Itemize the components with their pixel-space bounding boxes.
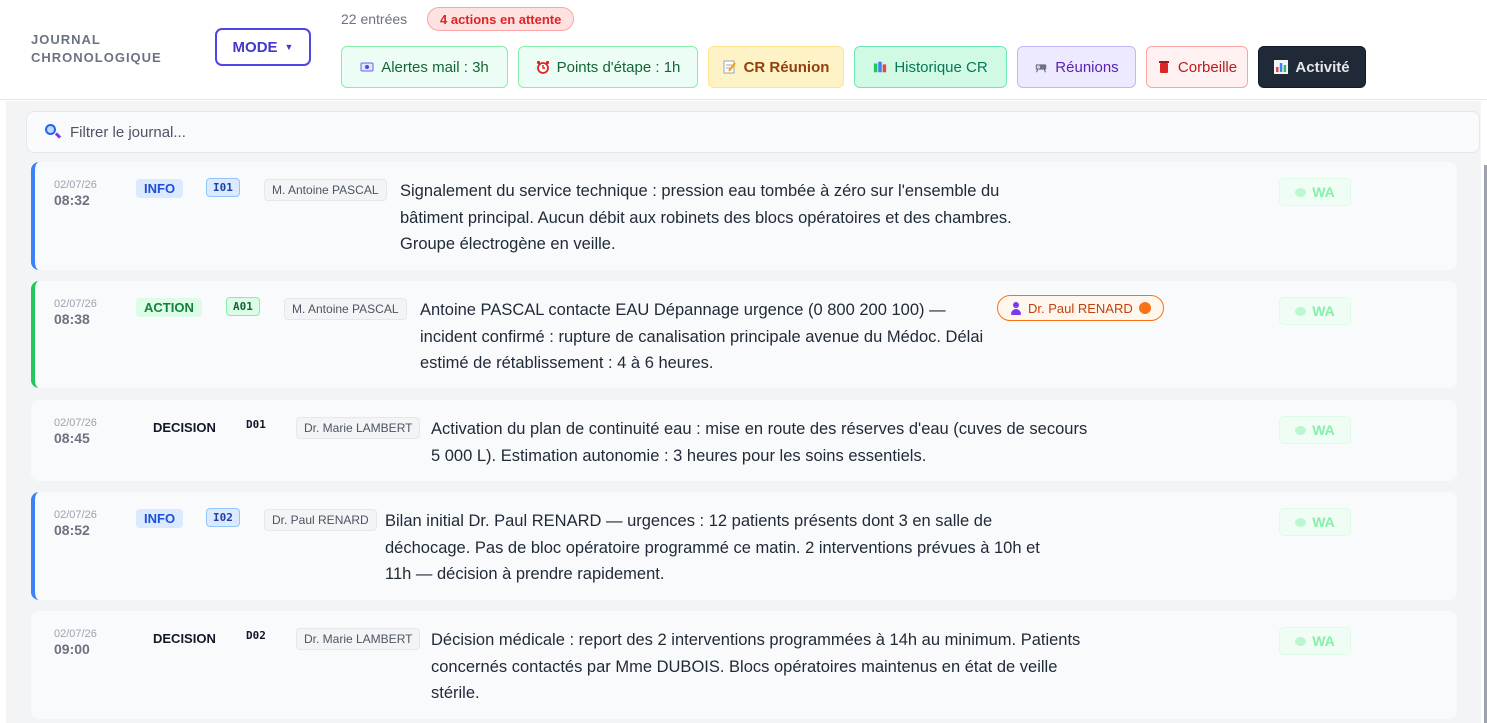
mode-dropdown-button[interactable]: MODE ▼ [215,28,311,66]
entry-author: M. Antoine PASCAL [264,179,387,201]
chat-bubble-icon [1295,636,1307,646]
entry-time: 08:45 [54,430,90,446]
bar-chart-icon [1274,60,1289,74]
alarm-clock-icon [536,60,550,74]
email-icon [360,60,374,74]
whatsapp-label: WA [1312,422,1335,438]
chat-bubble-icon [1295,517,1307,527]
journal-entry[interactable]: 02/07/26 08:32 INFO I01 M. Antoine PASCA… [31,162,1457,270]
journal-entry[interactable]: 02/07/26 08:52 INFO I02 Dr. Paul RENARD … [31,492,1457,600]
search-icon [44,123,62,141]
meeting-report-label: CR Réunion [743,58,830,76]
person-icon [1010,301,1022,315]
checkpoints-label: Points d'étape : 1h [556,58,681,76]
entry-code: I02 [206,508,240,527]
top-bar: JOURNAL CHRONOLOGIQUE MODE ▼ 22 entrées … [0,0,1487,100]
entry-type-badge: INFO [136,179,184,198]
entry-type-badge: ACTION [136,298,202,317]
entry-time: 08:38 [54,311,90,327]
whatsapp-label: WA [1312,633,1335,649]
whatsapp-label: WA [1312,514,1335,530]
whatsapp-button[interactable]: WA [1279,416,1351,444]
entry-author: Dr. Marie LAMBERT [296,628,421,650]
entry-time: 08:32 [54,192,90,208]
report-history-button[interactable]: Historique CR [854,46,1007,88]
meetings-label: Réunions [1055,58,1119,76]
trash-icon [1157,60,1171,74]
entry-author: Dr. Paul RENARD [264,509,377,531]
report-history-label: Historique CR [894,58,988,76]
whatsapp-button[interactable]: WA [1279,627,1351,655]
entry-text: Décision médicale : report des 2 interve… [431,631,1081,702]
entry-type-badge: DECISION [153,420,216,435]
entry-time: 08:52 [54,522,90,538]
whatsapp-label: WA [1312,184,1335,200]
meeting-report-button[interactable]: CR Réunion [708,46,844,88]
entry-code: I01 [206,178,240,197]
entry-date: 02/07/26 [54,417,97,429]
entry-code: A01 [226,297,260,316]
entry-date: 02/07/26 [54,509,97,521]
entry-author: M. Antoine PASCAL [284,298,407,320]
entry-count: 22 entrées [341,11,408,27]
mode-label: MODE [232,38,278,56]
entry-date: 02/07/26 [54,298,97,310]
entry-date: 02/07/26 [54,628,97,640]
journal-filter-input[interactable] [70,123,1450,141]
pending-actions-badge[interactable]: 4 actions en attente [427,7,575,31]
entry-time: 09:00 [54,641,90,657]
entry-date: 02/07/26 [54,179,97,191]
whatsapp-button[interactable]: WA [1279,178,1351,206]
entry-code: D02 [246,629,266,642]
entry-text: Bilan initial Dr. Paul RENARD — urgences… [385,512,1040,583]
mail-alerts-button[interactable]: Alertes mail : 3h [341,46,508,88]
entry-author: Dr. Marie LAMBERT [296,417,421,439]
chat-bubble-icon [1295,306,1307,316]
trash-label: Corbeille [1177,58,1238,76]
pending-status-dot [1138,302,1151,314]
chat-bubble-icon [1295,187,1307,197]
assignee-name: Dr. Paul RENARD [1028,300,1133,316]
entry-type-badge: INFO [136,509,184,528]
journal-filter [26,111,1480,153]
memo-icon [723,60,737,74]
activity-button[interactable]: Activité [1258,46,1366,88]
meetings-button[interactable]: Réunions [1017,46,1136,88]
entry-text: Antoine PASCAL contacte EAU Dépannage ur… [420,301,984,372]
mail-alerts-label: Alertes mail : 3h [381,58,489,76]
whatsapp-button[interactable]: WA [1279,508,1351,536]
trash-button[interactable]: Corbeille [1146,46,1248,88]
projector-icon [1034,60,1048,74]
whatsapp-button[interactable]: WA [1279,297,1351,325]
chat-bubble-icon [1295,425,1307,435]
checkpoints-button[interactable]: Points d'étape : 1h [518,46,698,88]
activity-label: Activité [1295,58,1350,76]
journal-entry[interactable]: 02/07/26 09:00 DECISION D02 Dr. Marie LA… [31,611,1457,719]
entry-code: D01 [246,418,266,431]
journal-title: JOURNAL CHRONOLOGIQUE [31,32,162,65]
books-icon [873,60,887,74]
caret-down-icon: ▼ [284,42,294,52]
journal-entry[interactable]: 02/07/26 08:38 ACTION A01 M. Antoine PAS… [31,281,1457,388]
entry-text: Signalement du service technique : press… [400,182,1012,253]
assignee-badge[interactable]: Dr. Paul RENARD [997,295,1164,321]
whatsapp-label: WA [1312,303,1335,319]
entry-text: Activation du plan de continuité eau : m… [431,420,1088,465]
entry-type-badge: DECISION [153,631,216,646]
journal-entry[interactable]: 02/07/26 08:45 DECISION D01 Dr. Marie LA… [31,400,1457,481]
